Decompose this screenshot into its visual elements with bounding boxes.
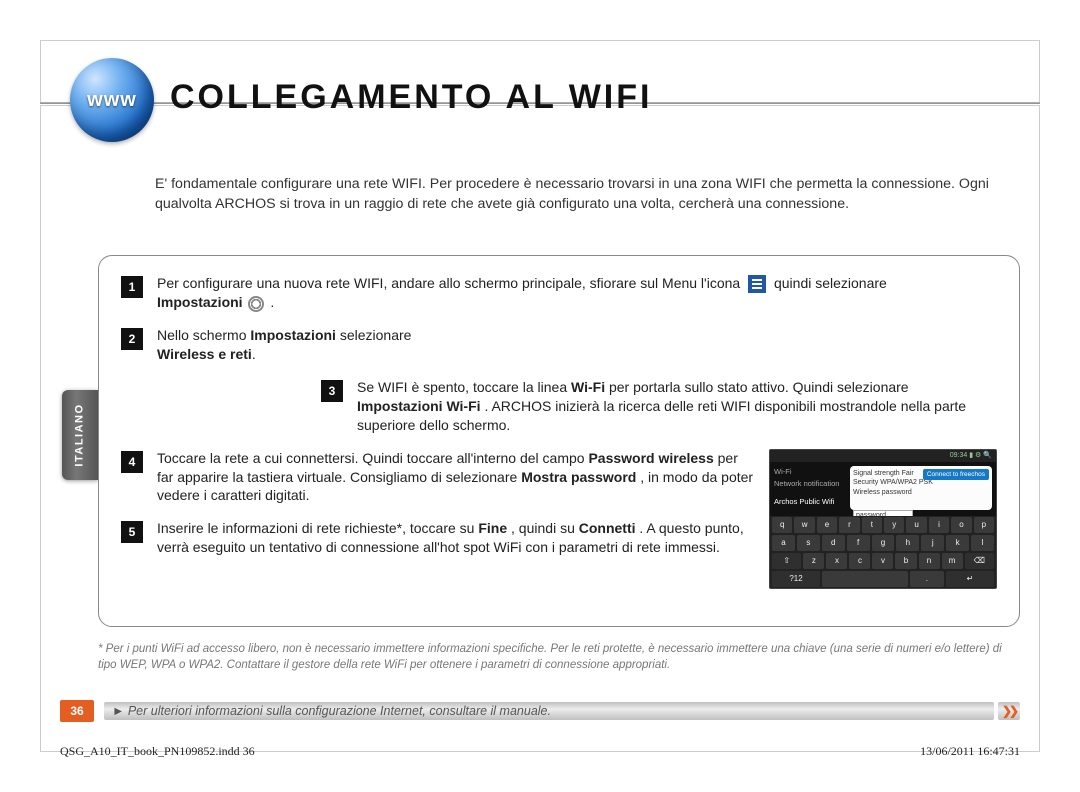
ms-dialog: Connect to freechos Signal strength Fair… <box>850 466 992 510</box>
footer-arrows-icon: ❯❯ <box>998 702 1020 720</box>
gear-icon <box>248 296 264 312</box>
footer-bar: 36 ► Per ulteriori informazioni sulla co… <box>60 700 1020 722</box>
step2-bold-impostazioni: Impostazioni <box>250 327 336 343</box>
step-2: 2 Nello schermo Impostazioni selezionare… <box>121 326 997 364</box>
print-filename: QSG_A10_IT_book_PN109852.indd 36 <box>60 744 255 759</box>
step4-text-a: Toccare la rete a cui connettersi. Quind… <box>157 450 588 466</box>
ms-time: 09:34 <box>950 452 968 459</box>
step3-text-b: per portarla sullo stato attivo. Quindi … <box>609 379 909 395</box>
ms-ssid: Archos Public Wifi <box>774 496 842 508</box>
step-4: 4 Toccare la rete a cui connettersi. Qui… <box>121 449 755 506</box>
step4-bold-pwfield: Password wireless <box>588 450 713 466</box>
www-globe-icon: www <box>70 58 154 142</box>
step5-bold-fine: Fine <box>478 520 507 536</box>
ms-statusbar: 09:34 ▮ ⚙ 🔍 <box>770 450 996 462</box>
ms-connect-button: Connect to freechos <box>923 469 989 480</box>
step3-bold-wifi: Wi-Fi <box>571 379 605 395</box>
intro-paragraph: E' fondamentale configurare una rete WIF… <box>155 175 1010 215</box>
ms-keyboard: qwertyuiop asdfghjkl ⇧zxcvbnm⌫ ?12.↵ <box>770 516 996 588</box>
step2-text-c: selezionare <box>340 327 412 343</box>
steps-container: 1 Per configurare una nuova rete WIFI, a… <box>98 255 1020 627</box>
step1-text-b: quindi selezionare <box>774 275 887 291</box>
step4-bold-showpw: Mostra password <box>521 469 636 485</box>
page-title: COLLEGAMENTO AL WIFI <box>170 78 652 117</box>
language-tab: ITALIANO <box>62 390 98 480</box>
globe-label: www <box>87 89 137 112</box>
step1-text-a: Per configurare una nuova rete WIFI, and… <box>157 275 744 291</box>
ms-pw-label: Wireless password <box>853 488 989 498</box>
device-screenshot: 09:34 ▮ ⚙ 🔍 Wi-Fi Network notification A… <box>769 449 997 589</box>
step5-text-c: , quindi su <box>511 520 579 536</box>
step2-text-a: Nello schermo <box>157 327 250 343</box>
step5-text-a: Inserire le informazioni di rete richies… <box>157 520 478 536</box>
menu-icon <box>748 275 766 293</box>
step-number-4: 4 <box>121 451 143 473</box>
step-3: 3 Se WIFI è spento, toccare la linea Wi-… <box>121 378 997 435</box>
step-1: 1 Per configurare una nuova rete WIFI, a… <box>121 274 997 312</box>
steps-4-5-row: 4 Toccare la rete a cui connettersi. Qui… <box>121 449 997 589</box>
step-number-5: 5 <box>121 521 143 543</box>
footer-note: ► Per ulteriori informazioni sulla confi… <box>104 702 994 720</box>
ms-sidebar: Wi-Fi Network notification Archos Public… <box>770 462 846 514</box>
step3-bold-impwifi: Impostazioni Wi-Fi <box>357 398 481 414</box>
step-number-1: 1 <box>121 276 143 298</box>
step-number-2: 2 <box>121 328 143 350</box>
ms-wifi-label: Wi-Fi <box>774 466 842 478</box>
footnote: * Per i punti WiFi ad accesso libero, no… <box>98 642 1020 673</box>
page-number-badge: 36 <box>60 700 94 722</box>
print-timestamp: 13/06/2011 16:47:31 <box>920 744 1020 759</box>
step5-bold-connetti: Connetti <box>579 520 636 536</box>
step1-bold-impostazioni: Impostazioni <box>157 294 243 310</box>
print-metadata: QSG_A10_IT_book_PN109852.indd 36 13/06/2… <box>60 744 1020 759</box>
language-tab-label: ITALIANO <box>74 403 86 466</box>
step-5: 5 Inserire le informazioni di rete richi… <box>121 519 755 557</box>
step-number-3: 3 <box>321 380 343 402</box>
ms-notif-label: Network notification <box>774 478 842 490</box>
ms-security: Security WPA/WPA2 PSK <box>853 478 989 488</box>
step2-bold-wireless: Wireless e reti <box>157 346 252 362</box>
step3-text-a: Se WIFI è spento, toccare la linea <box>357 379 571 395</box>
